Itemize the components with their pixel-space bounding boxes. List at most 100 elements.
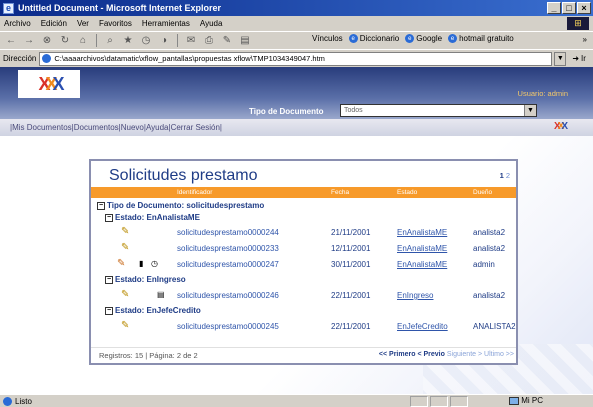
row-state-link[interactable]: EnJefeCredito	[397, 322, 448, 331]
row-state-link[interactable]: EnAnalistaME	[397, 228, 447, 237]
row-date: 21/11/2001	[331, 228, 371, 237]
menu-favoritos[interactable]: Favoritos	[99, 19, 132, 28]
document-type-label: Tipo de Documento	[249, 107, 324, 116]
security-zone: Mi PC	[509, 396, 543, 405]
row-owner: ANALISTA2	[473, 322, 516, 331]
link-diccionario[interactable]: e Diccionario	[348, 34, 399, 43]
state-group-row: − Estado: EnAnalistaME	[91, 211, 516, 226]
menu-ver[interactable]: Ver	[77, 19, 89, 28]
toolbar-divider	[96, 34, 97, 47]
row-state-link[interactable]: EnAnalistaME	[397, 244, 447, 253]
history-icon[interactable]: ◷	[139, 34, 153, 47]
status-bar: Listo Mi PC	[0, 394, 593, 407]
ie-page-icon: e	[405, 34, 415, 43]
row-id-link[interactable]: solicitudesprestamo0000246	[177, 291, 279, 300]
row-id-link[interactable]: solicitudesprestamo0000245	[177, 322, 279, 331]
edit-pencil-icon[interactable]: ✎	[121, 226, 133, 238]
app-nav: | Mis Documentos | Documentos | Nuevo | Ayuda | C…	[0, 119, 593, 136]
header-fecha[interactable]: Fecha	[331, 189, 349, 196]
last-page-link[interactable]: Ultimo >>	[484, 351, 514, 358]
edit-pencil-icon[interactable]: ✎	[121, 242, 133, 254]
tipo-group-label: Tipo de Documento: solicitudesprestamo	[107, 201, 265, 210]
page-2-link[interactable]: 2	[506, 171, 510, 180]
page-1-link[interactable]: 1	[500, 171, 504, 180]
first-page-link[interactable]: << Primero	[379, 351, 416, 358]
row-state-link[interactable]: EnAnalistaME	[397, 260, 447, 269]
address-dropdown-icon[interactable]: ▼	[554, 51, 567, 66]
maximize-button[interactable]: □	[562, 2, 576, 14]
table-header: Identificador Fecha Estado Dueño	[91, 187, 516, 198]
refresh-icon[interactable]: ↻	[58, 34, 72, 47]
collapse-toggle-icon[interactable]: −	[97, 201, 105, 210]
search-icon[interactable]: ⌕	[103, 34, 117, 47]
nav-cerrar-sesion[interactable]: Cerrar Sesión	[171, 123, 220, 132]
home-icon[interactable]: ⌂	[76, 34, 90, 47]
menu-herramientas[interactable]: Herramientas	[142, 19, 190, 28]
records-info: Registros: 15 | Página: 2 de 2	[99, 351, 198, 360]
links-bar: Vínculos e Diccionario e Google e hotmail g…	[312, 34, 514, 43]
table-row: ✎ solicitudesprestamo0000233 12/11/2001 …	[91, 241, 516, 256]
row-owner: analista2	[473, 291, 506, 300]
nav-mis-documentos[interactable]: Mis Documentos	[12, 123, 72, 132]
print-icon[interactable]: ⎙	[202, 34, 216, 47]
panel-footer: Registros: 15 | Página: 2 de 2 << Primer…	[99, 351, 514, 362]
nav-nuevo[interactable]: Nuevo	[121, 123, 144, 132]
address-label: Dirección	[3, 54, 37, 63]
computer-icon	[509, 396, 520, 405]
state-group-row: − Estado: EnJefeCredito	[91, 304, 516, 319]
state-group-row: − Estado: EnIngreso	[91, 273, 516, 288]
link-google[interactable]: e Google	[405, 34, 442, 43]
ie-status-icon	[3, 396, 12, 406]
address-input[interactable]: C:\aaaarchivos\datamatic\xflow_pantallas…	[39, 51, 553, 66]
panel-divider	[91, 347, 516, 348]
link-hotmail[interactable]: e hotmail gratuito	[448, 34, 514, 43]
row-id-link[interactable]: solicitudesprestamo0000244	[177, 228, 279, 237]
discuss-icon[interactable]: ▤	[238, 34, 252, 47]
app-header: XXX Usuario: admin Tipo de Documento Tod…	[0, 67, 593, 119]
address-bar: Dirección C:\aaaarchivos\datamatic\xflow…	[0, 49, 593, 67]
minimize-button[interactable]: _	[547, 2, 561, 14]
stop-icon[interactable]: ⊗	[40, 34, 54, 47]
favorites-icon[interactable]: ★	[121, 34, 135, 47]
edit-glasses-icon[interactable]: ✎	[117, 258, 129, 270]
menu-archivo[interactable]: Archivo	[4, 19, 31, 28]
table-row: ✎ ▤ solicitudesprestamo0000246 22/11/200…	[91, 288, 516, 303]
row-state-link[interactable]: EnIngreso	[397, 291, 433, 300]
menu-bar: Archivo Edición Ver Favoritos Herramient…	[0, 16, 593, 31]
toolbar-divider	[177, 34, 178, 47]
next-page-link[interactable]: Siguiente >	[447, 351, 482, 358]
document-type-select[interactable]: Todos ▼	[340, 104, 537, 117]
back-icon[interactable]: ←	[4, 34, 18, 47]
edit-icon[interactable]: ✎	[220, 34, 234, 47]
previous-page-link[interactable]: < Previo	[417, 351, 444, 358]
close-button[interactable]: ×	[577, 2, 591, 14]
edit-pencil-icon[interactable]: ✎	[121, 320, 133, 332]
requests-panel: Solicitudes prestamo 1 2 Identificador F…	[89, 159, 518, 365]
attachment-icon[interactable]: ▮	[139, 259, 143, 268]
edit-pencil-icon[interactable]: ✎	[121, 289, 133, 301]
status-section	[430, 396, 448, 407]
collapse-toggle-icon[interactable]: −	[105, 213, 113, 222]
nav-documentos[interactable]: Documentos	[74, 123, 119, 132]
row-id-link[interactable]: solicitudesprestamo0000247	[177, 260, 279, 269]
status-section	[410, 396, 428, 407]
menu-edicion[interactable]: Edición	[41, 19, 67, 28]
media-icon[interactable]: ◑	[157, 34, 171, 47]
state-group-label: Estado: EnAnalistaME	[115, 213, 200, 222]
go-button[interactable]: ➜ Ir	[572, 54, 586, 63]
menu-ayuda[interactable]: Ayuda	[200, 19, 223, 28]
status-text: Listo	[15, 396, 32, 406]
forward-icon[interactable]: →	[22, 34, 36, 47]
links-chevron-icon[interactable]: »	[583, 35, 587, 44]
header-dueno[interactable]: Dueño	[473, 189, 492, 196]
document-icon[interactable]: ▤	[157, 290, 165, 299]
mail-icon[interactable]: ✉	[184, 34, 198, 47]
state-group-label: Estado: EnJefeCredito	[115, 306, 201, 315]
collapse-toggle-icon[interactable]: −	[105, 306, 113, 315]
links-label: Vínculos	[312, 34, 343, 43]
header-identificador[interactable]: Identificador	[177, 189, 212, 196]
row-id-link[interactable]: solicitudesprestamo0000233	[177, 244, 279, 253]
collapse-toggle-icon[interactable]: −	[105, 275, 113, 284]
header-estado[interactable]: Estado	[397, 189, 417, 196]
nav-ayuda[interactable]: Ayuda	[146, 123, 169, 132]
